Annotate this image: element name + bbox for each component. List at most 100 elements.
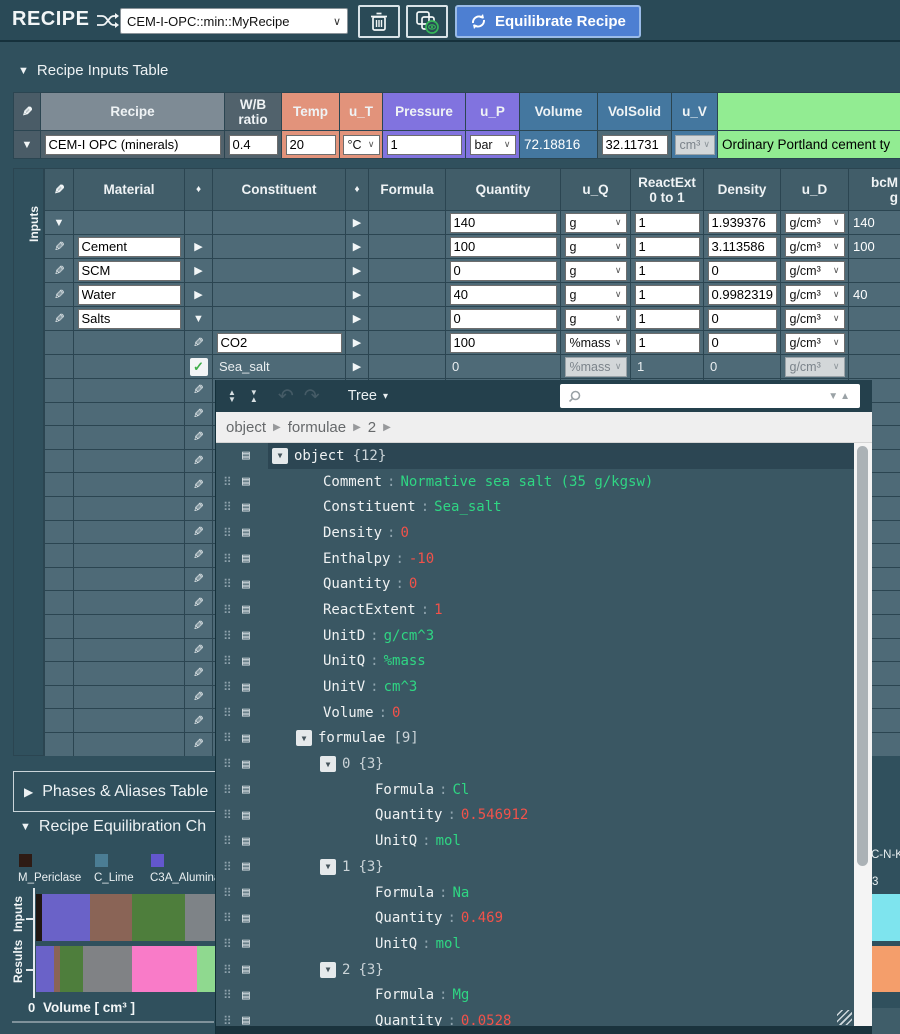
expand-right-icon[interactable]: ▶ [194, 264, 202, 277]
drag-handle-icon[interactable]: ⠿ [223, 911, 232, 925]
row-edit-cell[interactable]: ✎ [185, 426, 213, 450]
lead-cell[interactable] [45, 331, 74, 355]
drag-handle-icon[interactable]: ⠿ [223, 937, 232, 951]
expand-right-icon[interactable]: ▶ [353, 336, 361, 349]
document-icon[interactable]: ▤ [242, 602, 250, 617]
drag-handle-icon[interactable]: ⠿ [223, 886, 232, 900]
expand-right-icon[interactable]: ▶ [194, 240, 202, 253]
unit-select[interactable]: bar∨ [470, 135, 516, 155]
document-icon[interactable]: ▤ [242, 705, 250, 720]
pencil-icon[interactable]: ✎ [193, 382, 204, 398]
tree-key[interactable]: object [294, 448, 345, 464]
pencil-icon[interactable]: ✎ [193, 524, 204, 540]
tree-value[interactable]: mol [436, 833, 461, 849]
expand-down-icon[interactable]: ▼ [193, 313, 204, 325]
unit-select[interactable]: °C∨ [343, 135, 380, 155]
undo-button[interactable]: ↶ [278, 387, 294, 406]
row-edit-cell[interactable]: ✎ [185, 497, 213, 521]
constituent-marker-cell[interactable]: ▶ [346, 331, 369, 355]
density-input[interactable] [708, 213, 777, 233]
tree-expander[interactable]: ▼ [272, 448, 288, 464]
tree-key[interactable]: Formula [375, 782, 434, 798]
tree-expander[interactable]: ▼ [320, 859, 336, 875]
unit-select[interactable]: %mass∨ [565, 333, 627, 353]
tree-key[interactable]: Quantity [375, 807, 442, 823]
unit-select[interactable]: g/cm³∨ [785, 309, 845, 329]
unit-select[interactable]: g/cm³∨ [785, 237, 845, 257]
document-icon[interactable]: ▤ [242, 936, 250, 951]
recipe-input[interactable] [45, 135, 221, 155]
row-edit-cell[interactable]: ✎ [185, 686, 213, 710]
row-expand-arrow[interactable]: ▼ [22, 139, 33, 151]
row-edit-cell[interactable]: ✎ [185, 473, 213, 497]
reactext-input[interactable] [635, 333, 700, 353]
constituent-marker-cell[interactable]: ▶ [346, 259, 369, 283]
tree-expander[interactable]: ▼ [296, 730, 312, 746]
tree-value[interactable]: Na [452, 885, 469, 901]
reactext-input[interactable] [635, 237, 700, 257]
reactext-input[interactable] [635, 309, 700, 329]
drag-handle-icon[interactable]: ⠿ [223, 731, 232, 745]
document-icon[interactable]: ▤ [242, 525, 250, 540]
pencil-icon[interactable]: ✎ [193, 665, 204, 681]
lead-cell[interactable]: ✎ [45, 235, 74, 259]
collapse-all-button[interactable]: ▼ ▲ [250, 389, 258, 403]
material-marker-cell[interactable] [185, 211, 213, 235]
recipe-input[interactable] [286, 135, 336, 155]
document-icon[interactable]: ▤ [242, 962, 250, 977]
drag-handle-icon[interactable]: ⠿ [223, 988, 232, 1002]
quantity-input[interactable] [450, 237, 557, 257]
tree-value[interactable]: 0 [392, 705, 400, 721]
unit-select[interactable]: g∨ [565, 309, 627, 329]
tree-key[interactable]: Enthalpy [323, 551, 390, 567]
unit-select[interactable]: g/cm³∨ [785, 261, 845, 281]
search-next-icon[interactable]: ▼ [828, 391, 840, 402]
expand-all-button[interactable]: ▲ ▼ [228, 389, 236, 403]
drag-handle-icon[interactable]: ⠿ [223, 860, 232, 874]
tree-key[interactable]: Quantity [323, 576, 390, 592]
pencil-icon[interactable]: ✎ [193, 736, 204, 752]
tree-key[interactable]: Quantity [375, 910, 442, 926]
drag-handle-icon[interactable]: ⠿ [223, 654, 232, 668]
document-icon[interactable]: ▤ [242, 911, 250, 926]
unit-select[interactable]: g/cm³∨ [785, 213, 845, 233]
expand-right-icon[interactable]: ▶ [194, 288, 202, 301]
tree-key[interactable]: Constituent [323, 499, 416, 515]
pencil-icon[interactable]: ✎ [193, 429, 204, 445]
material-name-input[interactable] [78, 237, 181, 257]
density-input[interactable] [708, 309, 777, 329]
document-icon[interactable]: ▤ [242, 654, 250, 669]
drag-handle-icon[interactable]: ⠿ [223, 552, 232, 566]
drag-handle-icon[interactable]: ⠿ [223, 706, 232, 720]
section-equilibration[interactable]: ▼ Recipe Equilibration Ch [20, 818, 206, 836]
tree-key[interactable]: Comment [323, 474, 382, 490]
tree-key[interactable]: UnitD [323, 628, 365, 644]
density-input[interactable] [708, 237, 777, 257]
document-icon[interactable]: ▤ [242, 474, 250, 489]
pencil-icon[interactable]: ✎ [193, 595, 204, 611]
tree-value[interactable]: g/cm^3 [384, 628, 435, 644]
lead-cell[interactable]: ✎ [45, 283, 74, 307]
search-prev-next[interactable]: ▼▲ [828, 391, 852, 402]
unit-select[interactable]: cm³∨ [675, 135, 715, 155]
pencil-icon[interactable]: ✎ [193, 713, 204, 729]
drag-handle-icon[interactable]: ⠿ [223, 526, 232, 540]
material-name-input[interactable] [78, 285, 181, 305]
density-input[interactable] [708, 261, 777, 281]
constituent-name-input[interactable] [217, 333, 342, 353]
row-edit-cell[interactable]: ✎ [185, 544, 213, 568]
row-edit-cell[interactable]: ✎ [185, 591, 213, 615]
row-edit-cell[interactable]: ✎ [185, 379, 213, 403]
tree-key[interactable]: formulae [318, 730, 385, 746]
quantity-input[interactable] [450, 261, 557, 281]
row-edit-cell[interactable]: ✎ [185, 568, 213, 592]
expand-down-icon[interactable]: ▼ [54, 217, 65, 229]
tree-value[interactable]: Cl [452, 782, 469, 798]
constituent-marker-cell[interactable]: ▶ [346, 211, 369, 235]
density-input[interactable] [708, 285, 777, 305]
lead-cell[interactable] [45, 355, 74, 379]
breadcrumb-item[interactable]: 2 [368, 419, 376, 436]
recipe-input[interactable] [387, 135, 462, 155]
drag-handle-icon[interactable]: ⠿ [223, 603, 232, 617]
document-icon[interactable]: ▤ [242, 757, 250, 772]
